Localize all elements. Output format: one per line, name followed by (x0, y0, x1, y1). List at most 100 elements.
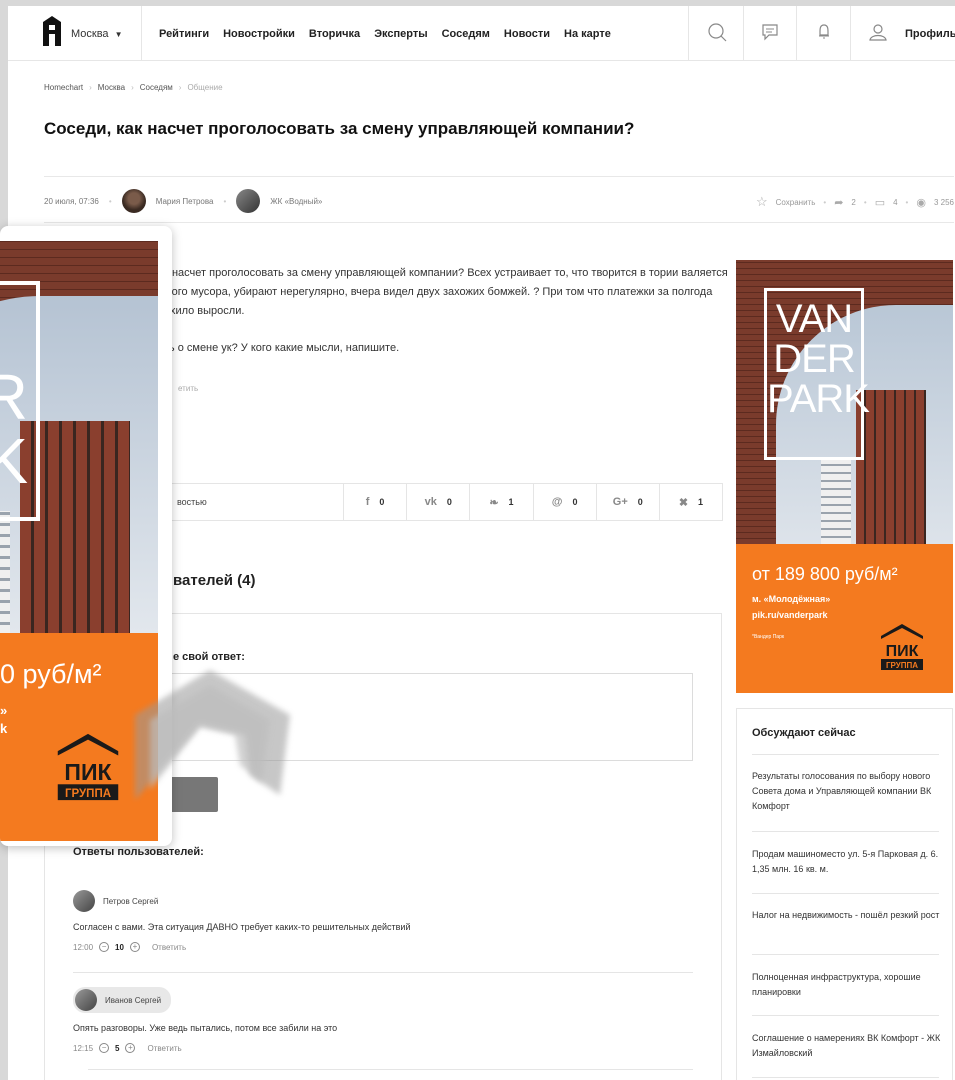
ad-url: pik.ru/vanderpark (752, 610, 828, 620)
minus-icon[interactable]: − (99, 942, 110, 952)
reply-link[interactable]: етить (178, 384, 198, 393)
share-count: 0 (446, 497, 452, 507)
share-icon[interactable]: ➦ (834, 196, 843, 209)
divider (752, 1077, 939, 1078)
vanderpark-ad-banner[interactable]: VAN DER PARK от 189 800 руб/м² м. «Молод… (736, 260, 953, 693)
ad-photo: R K (0, 241, 158, 633)
discussed-now-heading: Обсуждают сейчас (752, 727, 856, 739)
comment-author-name: Петров Сергей (103, 896, 159, 906)
main-nav: Рейтинги Новостройки Вторичка Эксперты С… (159, 28, 611, 40)
share-odnoklassniki[interactable]: ✖ 1 (660, 484, 722, 520)
ad-building (0, 511, 10, 633)
header-divider (743, 6, 744, 61)
comment-score: 10 (115, 942, 124, 952)
nav-neighbours[interactable]: Соседям (442, 28, 490, 40)
discussion-link[interactable]: Результаты голосования по выбору нового … (752, 769, 942, 814)
comment-controls: 12:15 − 5 + Ответить (73, 1043, 693, 1053)
nav-news[interactable]: Новости (504, 28, 550, 40)
comments-icon[interactable]: ▭ (875, 196, 885, 209)
pik-logo: ПИК ГРУППА (57, 733, 119, 800)
google-plus-icon: G+ (612, 496, 628, 508)
nav-secondary[interactable]: Вторичка (309, 28, 360, 40)
ad-metro: м. «Молодёжная» (752, 594, 831, 604)
user-answers-heading: Ответы пользователей: (73, 846, 204, 858)
chevron-right-icon: › (89, 83, 92, 92)
minus-icon[interactable]: − (99, 1043, 110, 1053)
city-selector[interactable]: Москва ▼ (71, 28, 122, 40)
vanderpark-logo: VAN DER PARK (764, 288, 870, 460)
author-name[interactable]: Мария Петрова (156, 197, 214, 206)
breadcrumb: Homechart › Москва › Соседям › Общение (44, 83, 223, 92)
brand-line: DER (773, 337, 855, 381)
breadcrumb-city[interactable]: Москва (98, 83, 125, 92)
divider (752, 831, 939, 832)
profile-link[interactable]: Профиль (905, 28, 955, 40)
odnoklassniki-icon: ✖ (678, 496, 689, 509)
complex-avatar[interactable] (236, 189, 261, 213)
share-count: 1 (508, 497, 514, 507)
pik-logo-bottom: ГРУППА (65, 788, 112, 800)
share-count: 0 (637, 497, 643, 507)
discussion-link[interactable]: Налог на недвижимость - пошёл резкий рос… (752, 908, 942, 923)
divider (88, 1069, 693, 1070)
breadcrumb-home[interactable]: Homechart (44, 83, 83, 92)
divider (752, 954, 939, 955)
discussion-link[interactable]: Продам машиноместо ул. 5-я Парковая д. 6… (752, 847, 942, 877)
comment-reply[interactable]: Ответить (147, 1044, 181, 1053)
nav-new-buildings[interactable]: Новостройки (223, 28, 295, 40)
avatar (73, 890, 95, 912)
plus-icon[interactable]: + (125, 1043, 136, 1053)
header-divider (141, 6, 142, 61)
comment-time: 12:15 (73, 1043, 94, 1053)
comment-author[interactable]: Иванов Сергей (73, 987, 172, 1013)
meta-dot: • (863, 197, 867, 207)
mail-icon: @ (551, 496, 563, 508)
ad-photo: VAN DER PARK (736, 260, 953, 544)
header-divider (850, 6, 851, 61)
star-icon[interactable]: ☆ (756, 194, 768, 210)
share-mail[interactable]: @ 0 (534, 484, 597, 520)
post-paragraph: ать о смене ук? У кого какие мысли, напи… (158, 342, 400, 354)
chevron-right-icon: › (131, 83, 134, 92)
complex-name[interactable]: ЖК «Водный» (270, 197, 322, 206)
eye-icon: ◉ (916, 196, 926, 209)
ad-note: *Вандер Парк (752, 634, 785, 640)
comment-score: 5 (115, 1043, 120, 1053)
divider (752, 893, 939, 894)
discussion-link[interactable]: Соглашение о намерениях ВК Комфорт - ЖК … (752, 1031, 942, 1061)
ad-building (821, 460, 851, 544)
brand-line: K (0, 425, 28, 497)
discussion-link[interactable]: Полноценная инфраструктура, хорошие план… (752, 970, 942, 1000)
search-icon[interactable] (705, 20, 729, 44)
comment-reply[interactable]: Ответить (152, 943, 186, 952)
pik-logo: ПИК ГРУППА (881, 624, 923, 670)
homechart-logo[interactable] (43, 16, 61, 46)
ad-info-panel: от 189 800 руб/м² м. «Молодёжная» pik.ru… (736, 544, 953, 693)
ad-price: 0 руб/м² (0, 659, 102, 689)
share-google-plus[interactable]: G+ 0 (597, 484, 660, 520)
share-facebook[interactable]: f 0 (344, 484, 408, 520)
comment-author[interactable]: Петров Сергей (73, 890, 693, 912)
nav-map[interactable]: На карте (564, 28, 611, 40)
site-header: Москва ▼ Рейтинги Новостройки Вторичка Э… (8, 6, 955, 61)
post-meta: 20 июля, 07:36 • Мария Петрова • ЖК «Вод… (44, 176, 954, 223)
author-avatar[interactable] (121, 189, 146, 213)
city-label: Москва (71, 28, 109, 40)
share-bar: востью f 0 vk 0 ❧ 1 @ 0 G+ 0 ✖ 1 (158, 483, 723, 521)
share-twitter[interactable]: ❧ 1 (470, 484, 534, 520)
plus-icon[interactable]: + (129, 942, 140, 952)
nav-experts[interactable]: Эксперты (374, 28, 427, 40)
post-body: ак насчет проголосовать за смену управля… (158, 264, 728, 376)
save-button[interactable]: Сохранить (776, 198, 816, 207)
share-count: 0 (379, 497, 385, 507)
user-icon[interactable] (866, 20, 890, 44)
breadcrumb-neighbours[interactable]: Соседям (140, 83, 173, 92)
avatar (75, 989, 97, 1011)
shares-count: 2 (851, 197, 856, 207)
meta-dot: • (108, 196, 112, 206)
share-vk[interactable]: vk 0 (407, 484, 471, 520)
nav-ratings[interactable]: Рейтинги (159, 28, 209, 40)
brand-line: R (0, 361, 28, 433)
bell-icon[interactable] (812, 20, 836, 44)
messages-icon[interactable] (758, 20, 782, 44)
